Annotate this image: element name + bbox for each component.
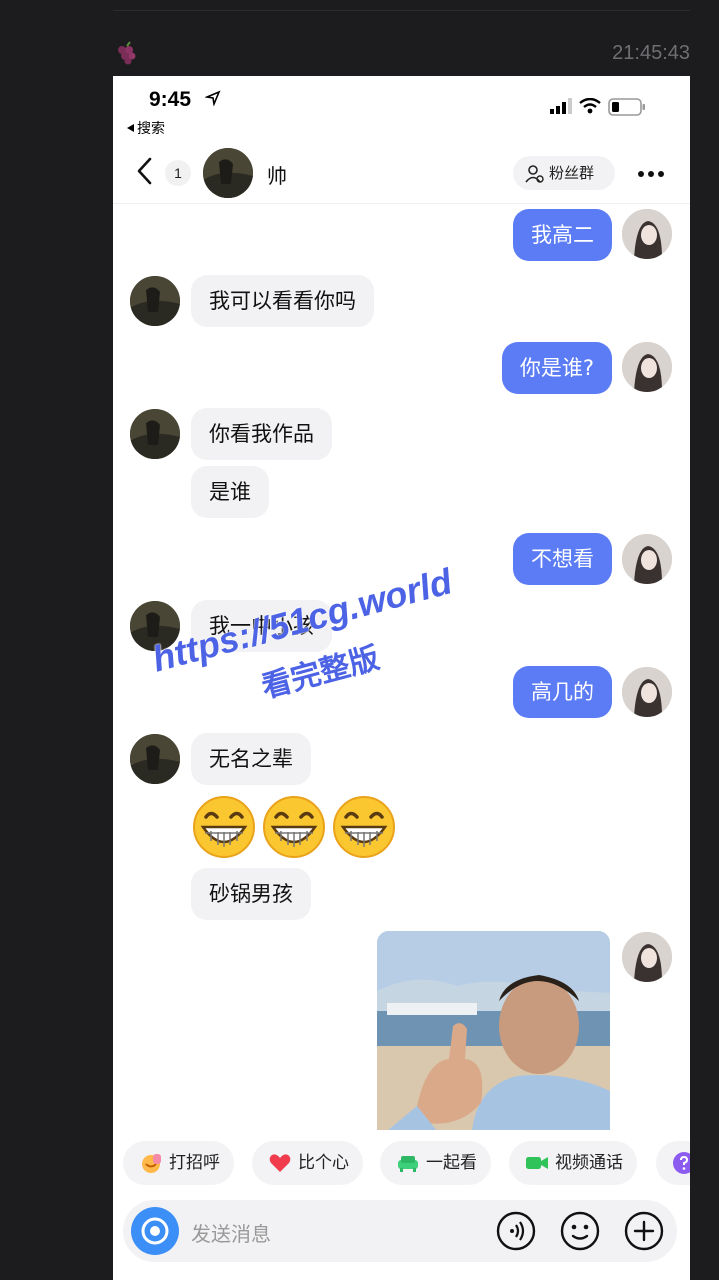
contact-message-avatar[interactable]: [130, 601, 180, 651]
grinning-face-icon: [333, 796, 395, 858]
voice-icon[interactable]: [495, 1210, 537, 1252]
message-bubble-incoming[interactable]: 无名之辈: [191, 733, 311, 785]
grapes-icon: [118, 41, 136, 65]
status-bar: 9:45 搜索: [113, 76, 690, 138]
video-camera-icon: [526, 1157, 548, 1169]
my-avatar[interactable]: [622, 534, 672, 584]
contact-name: 帅: [267, 164, 287, 188]
message-bubble-outgoing[interactable]: 不想看: [513, 533, 612, 585]
message-text: 你看我作品: [209, 422, 314, 446]
emoji-icon[interactable]: [559, 1210, 601, 1252]
message-bubble-incoming[interactable]: 砂锅男孩: [191, 868, 311, 920]
message-text: 无名之辈: [209, 747, 293, 771]
status-time: 9:45: [149, 88, 192, 111]
quick-action-bar: 打招呼 比个心 一起看 视频通话: [113, 1139, 690, 1187]
outer-header: 21:45:43: [113, 36, 690, 72]
camera-icon: [141, 1217, 169, 1245]
message-text: 我高二: [531, 223, 594, 247]
wave-icon: [142, 1154, 161, 1173]
thumbs-up-man-photo: [377, 931, 610, 1130]
message-input-bar: 发送消息: [123, 1200, 677, 1262]
fans-group-icon: [525, 165, 544, 183]
back-arrow-icon[interactable]: [133, 156, 157, 186]
quick-action-greet[interactable]: 打招呼: [123, 1141, 234, 1185]
message-bubble-outgoing[interactable]: 我高二: [513, 209, 612, 261]
more-icon[interactable]: [636, 164, 666, 184]
message-text: 我一中小孩: [209, 614, 314, 638]
question-icon: [673, 1152, 690, 1174]
grinning-face-icon: [263, 796, 325, 858]
message-bubble-incoming[interactable]: 我一中小孩: [191, 600, 332, 652]
plus-icon[interactable]: [623, 1210, 665, 1252]
quick-action-label: 一起看: [426, 1153, 477, 1173]
quick-action-heart[interactable]: 比个心: [252, 1141, 363, 1185]
message-text: 高几的: [531, 680, 594, 704]
quick-action-label: 视频通话: [555, 1153, 623, 1173]
message-bubble-incoming[interactable]: 是谁: [191, 466, 269, 518]
image-message[interactable]: [377, 931, 610, 1130]
heart-icon: [269, 1154, 291, 1172]
unread-count-badge: 1: [165, 160, 191, 186]
signal-icon: [550, 98, 572, 114]
message-timestamp: 21:45:43: [612, 42, 690, 64]
camera-button[interactable]: [131, 1207, 179, 1255]
grinning-face-icon: [193, 796, 255, 858]
message-text: 是谁: [209, 480, 251, 504]
fans-group-button[interactable]: 粉丝群: [513, 156, 615, 190]
quick-action-watch-together[interactable]: 一起看: [380, 1141, 491, 1185]
quick-action-label: 比个心: [298, 1153, 349, 1173]
message-bubble-outgoing[interactable]: 你是谁?: [501, 342, 612, 394]
message-bubble-incoming[interactable]: 我可以看看你吗: [191, 275, 374, 327]
back-app-label: 搜索: [137, 121, 165, 137]
quick-action-more[interactable]: [656, 1141, 690, 1185]
message-text: 砂锅男孩: [209, 882, 293, 906]
my-avatar[interactable]: [622, 667, 672, 717]
location-arrow-icon: [205, 90, 221, 106]
fans-group-label: 粉丝群: [549, 164, 595, 182]
message-text: 不想看: [531, 547, 594, 571]
sofa-icon: [398, 1156, 418, 1172]
message-input[interactable]: 发送消息: [191, 1218, 271, 1247]
chat-header: 1 帅 粉丝群: [113, 142, 690, 204]
wifi-icon: [579, 98, 601, 114]
my-avatar[interactable]: [622, 209, 672, 259]
message-bubble-outgoing[interactable]: 高几的: [513, 666, 612, 718]
quick-action-video-call[interactable]: 视频通话: [509, 1141, 637, 1185]
divider: [113, 10, 690, 11]
quick-action-label: 打招呼: [169, 1153, 220, 1173]
message-text: 我可以看看你吗: [209, 289, 356, 313]
contact-avatar[interactable]: [203, 148, 253, 198]
contact-message-avatar[interactable]: [130, 276, 180, 326]
my-avatar[interactable]: [622, 342, 672, 392]
contact-avatar-image: [203, 148, 253, 198]
chat-message-list[interactable]: 我高二 我可以看看你吗 你是谁? 你看我作品 是谁 不想看 我一中小孩 高几的 …: [113, 205, 690, 1130]
message-text: 你是谁?: [519, 356, 594, 380]
battery-icon: [608, 98, 645, 116]
back-to-app[interactable]: 搜索: [127, 118, 165, 138]
contact-message-avatar[interactable]: [130, 734, 180, 784]
my-avatar[interactable]: [622, 932, 672, 982]
message-bubble-incoming[interactable]: 你看我作品: [191, 408, 332, 460]
phone-screenshot: 9:45 搜索 1 帅 粉丝群 我高二 我可以看看你吗 你是谁? 你看我作品 是…: [113, 76, 690, 1280]
contact-message-avatar[interactable]: [130, 409, 180, 459]
